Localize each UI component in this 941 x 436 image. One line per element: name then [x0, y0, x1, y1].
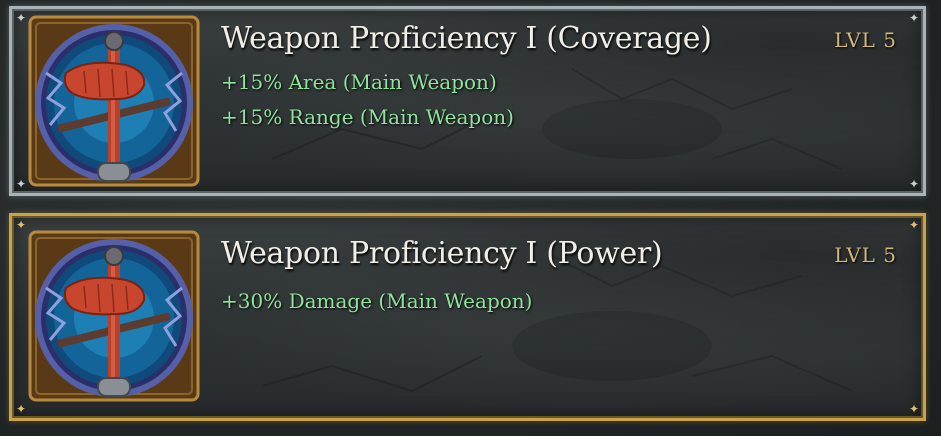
level-badge: LVL 5	[834, 243, 897, 267]
frame-corner-ornament-icon: ✦	[908, 11, 920, 25]
bonus-text: +15% Area (Main Weapon)	[221, 70, 497, 94]
frame-corner-ornament-icon: ✦	[908, 402, 920, 416]
hand-gripping-sword-icon	[26, 13, 202, 189]
frame-corner-ornament-icon: ✦	[908, 218, 920, 232]
level-badge: LVL 5	[834, 28, 897, 52]
upgrade-title: Weapon Proficiency I (Power)	[221, 236, 663, 271]
frame-corner-ornament-icon: ✦	[908, 177, 920, 191]
bonus-text: +15% Range (Main Weapon)	[221, 105, 514, 129]
hand-gripping-sword-icon	[26, 228, 202, 404]
upgrade-card-coverage[interactable]: ✦ ✦ ✦ ✦ Weapon Proficiency I (Coverage) …	[9, 6, 926, 196]
upgrade-card-power[interactable]: ✦ ✦ ✦ ✦ Weapon Proficiency I (Power) LVL…	[9, 213, 926, 421]
bonus-text: +30% Damage (Main Weapon)	[221, 289, 533, 313]
frame-corner-ornament-icon: ✦	[15, 402, 27, 416]
upgrade-title: Weapon Proficiency I (Coverage)	[221, 21, 712, 56]
